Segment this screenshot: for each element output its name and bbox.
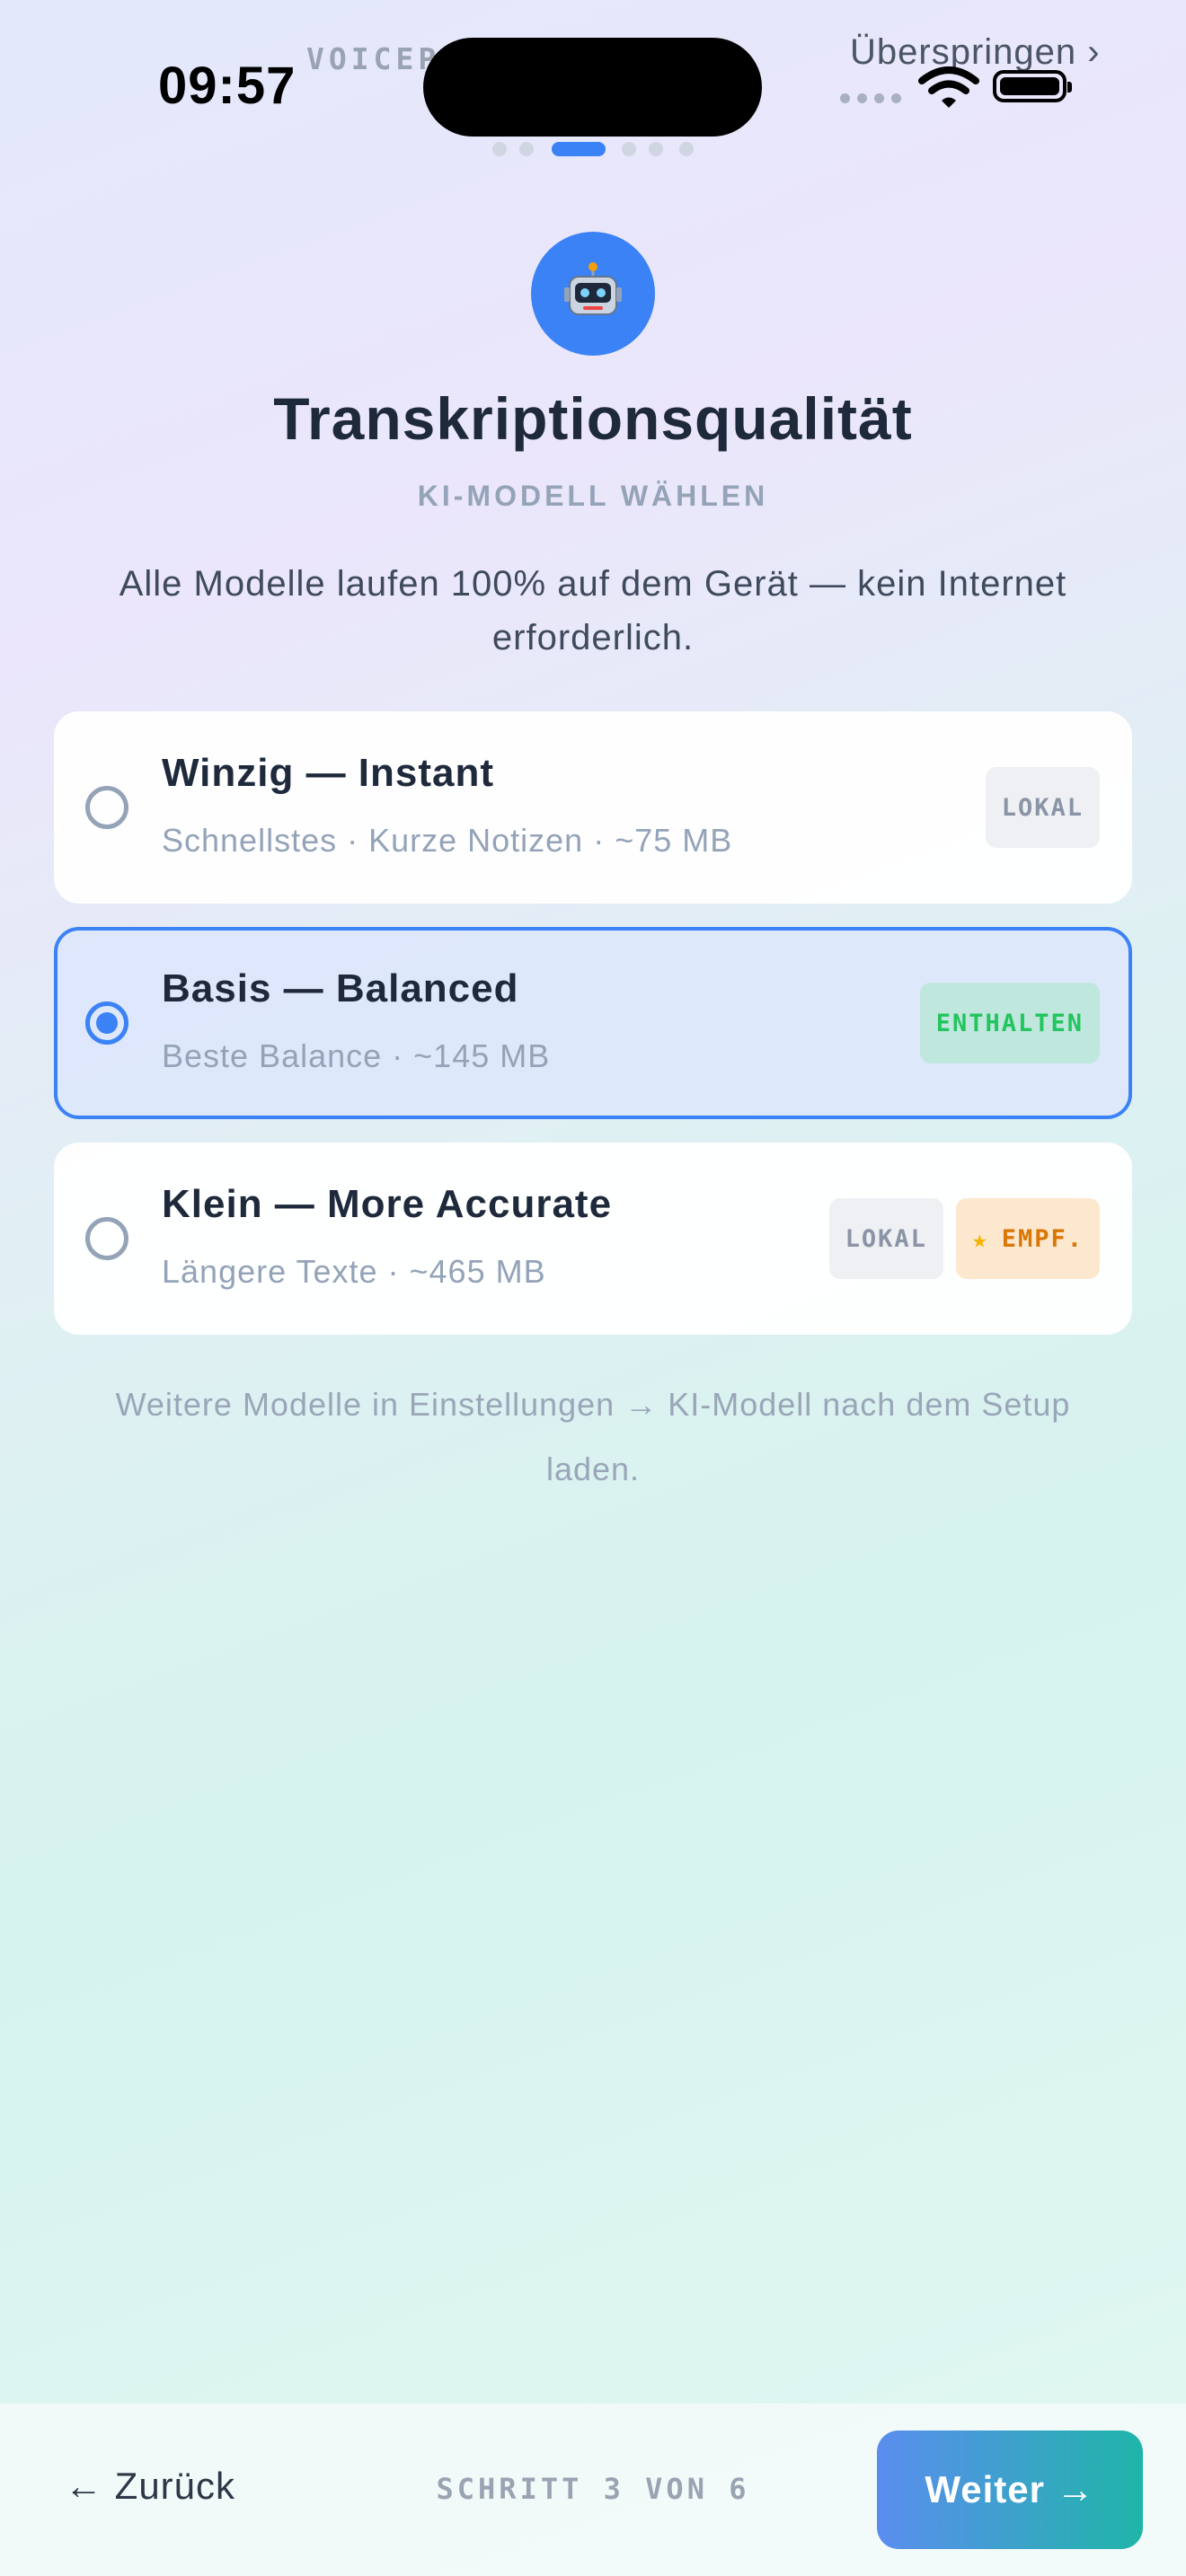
- model-title: Klein — More Accurate: [162, 1182, 613, 1226]
- recommended-label: EMPF.: [1001, 1224, 1084, 1253]
- progress-dot: [492, 142, 507, 156]
- status-time: 09:57: [158, 57, 296, 115]
- model-option-basis[interactable]: Basis — Balanced Beste Balance · ~145 MB…: [54, 927, 1132, 1119]
- robot-icon: [531, 232, 655, 356]
- model-title: Winzig — Instant: [162, 751, 495, 795]
- wifi-icon: [918, 66, 979, 110]
- cellular-signal-icon: [840, 93, 901, 104]
- model-description: Beste Balance · ~145 MB: [162, 1037, 551, 1074]
- model-title: Basis — Balanced: [162, 966, 519, 1010]
- progress-dot: [622, 142, 636, 156]
- onboarding-progress-dots: [492, 142, 695, 156]
- next-button[interactable]: Weiter →: [877, 2430, 1143, 2549]
- local-badge: LOKAL: [985, 767, 1100, 848]
- page-title: Transkriptionsqualität: [273, 385, 913, 452]
- app-brand-label: VOICEP: [306, 41, 441, 76]
- intro-text: Alle Modelle laufen 100% auf dem Gerät —…: [119, 564, 1067, 657]
- radio-button[interactable]: [85, 1217, 128, 1260]
- radio-button-selected[interactable]: [85, 1001, 128, 1045]
- progress-dot: [679, 142, 694, 156]
- model-description: Längere Texte · ~465 MB: [162, 1253, 546, 1290]
- local-badge: LOKAL: [828, 1198, 943, 1279]
- model-option-winzig[interactable]: Winzig — Instant Schnellstes · Kurze Not…: [54, 711, 1132, 904]
- battery-icon: [993, 70, 1072, 102]
- radio-button[interactable]: [85, 786, 128, 829]
- progress-dot-active: [552, 142, 606, 156]
- model-description: Schnellstes · Kurze Notizen · ~75 MB: [162, 822, 733, 859]
- model-option-klein[interactable]: Klein — More Accurate Längere Texte · ~4…: [54, 1142, 1132, 1335]
- page-subtitle: KI-MODELL WÄHLEN: [417, 480, 769, 512]
- settings-hint-text: Weitere Modelle in Einstellungen → KI-Mo…: [115, 1386, 1071, 1487]
- included-badge: ENTHALTEN: [919, 983, 1100, 1063]
- dynamic-island: [423, 38, 762, 137]
- star-icon: ★: [971, 1223, 989, 1254]
- progress-dot: [649, 142, 663, 156]
- recommended-badge: ★ EMPF.: [955, 1198, 1100, 1279]
- progress-dot: [519, 142, 534, 156]
